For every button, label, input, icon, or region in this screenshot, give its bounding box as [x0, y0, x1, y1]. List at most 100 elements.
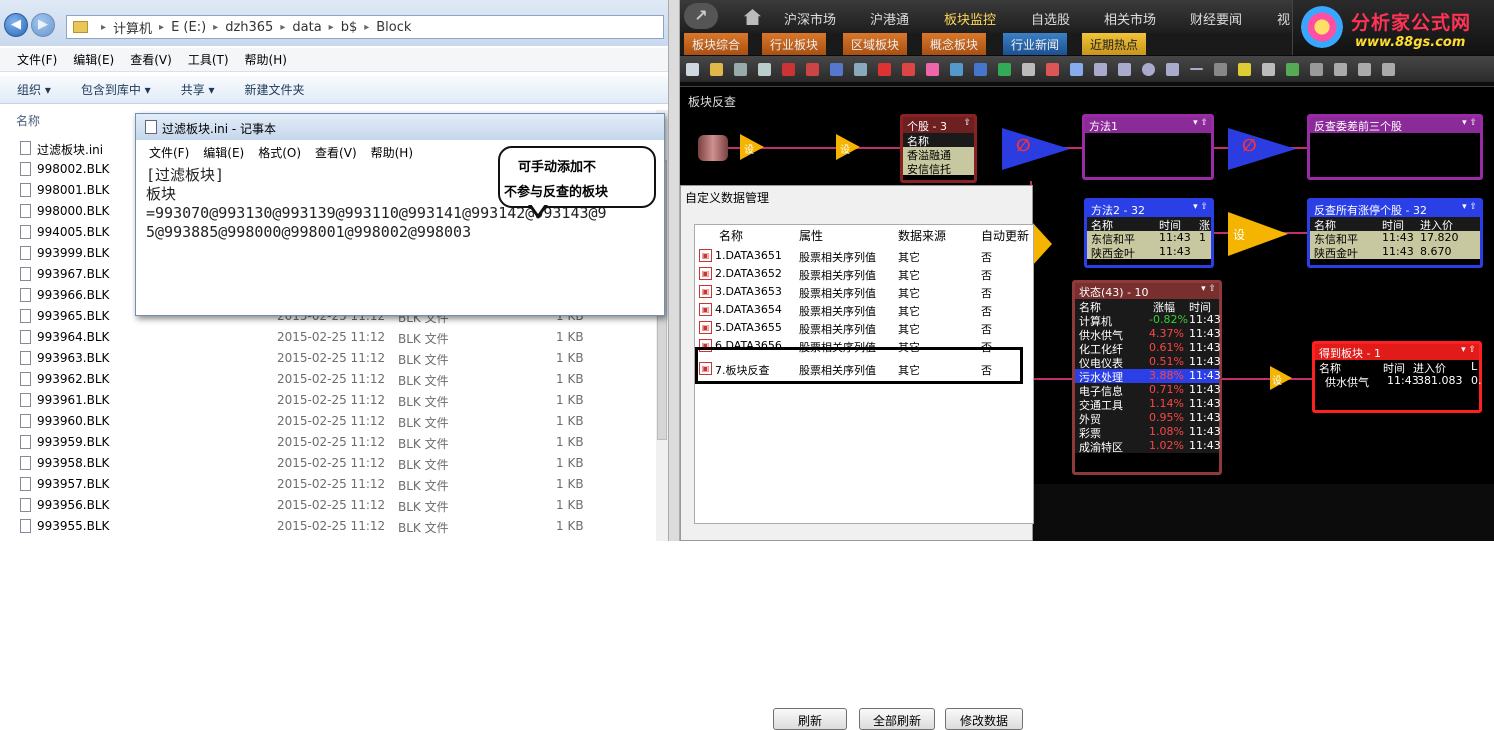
fill-icon[interactable]: [1238, 62, 1251, 76]
breadcrumb-item[interactable]: E (E:): [171, 20, 206, 35]
file-row[interactable]: 993964.BLK 2015-02-25 11:12 BLK 文件 1 KB: [0, 327, 660, 348]
pointer-icon[interactable]: [902, 62, 915, 76]
file-row[interactable]: 993961.BLK 2015-02-25 11:12 BLK 文件 1 KB: [0, 390, 660, 411]
column-header-name[interactable]: 名称: [16, 112, 40, 129]
node-row[interactable]: 仪电仪表 0.51% 11:43: [1075, 355, 1221, 370]
file-row[interactable]: 993957.BLK 2015-02-25 11:12 BLK 文件 1 KB: [0, 474, 660, 495]
node-row[interactable]: 污水处理 3.88% 11:43: [1075, 369, 1221, 384]
undo-icon[interactable]: [806, 62, 819, 76]
node-row[interactable]: 供水供气 11:43 381.083 0.: [1315, 374, 1482, 389]
notepad-menu-format[interactable]: 格式(O): [258, 144, 301, 161]
include-in-library-button[interactable]: 包含到库中 ▾: [81, 81, 151, 98]
tab-finance-news[interactable]: 财经要闻: [1190, 9, 1242, 28]
node-row[interactable]: 交通工具 1.14% 11:43: [1075, 397, 1221, 412]
col-header-attribute[interactable]: 属性: [799, 227, 823, 244]
notepad-menu-help[interactable]: 帮助(H): [371, 144, 413, 161]
breadcrumb-item[interactable]: 计算机: [113, 18, 152, 37]
table-icon[interactable]: [950, 62, 963, 76]
col-header-auto-update[interactable]: 自动更新: [981, 227, 1029, 244]
breadcrumb-item[interactable]: Block: [376, 20, 411, 35]
method2-node[interactable]: 方法2 - 32 ▾ ⇧ 名称 时间涨 东信和平 11:43 1 陕西金叶 11:43: [1084, 198, 1214, 268]
node-row[interactable]: 化工化纤 0.61% 11:43: [1075, 341, 1221, 356]
tab-watchlist[interactable]: 自选股: [1031, 9, 1070, 28]
node-row[interactable]: 香溢融通: [903, 147, 974, 162]
triangle-icon[interactable]: [1166, 62, 1179, 76]
node-menu-icon[interactable]: ▾ ⇧: [1462, 202, 1477, 212]
font-icon[interactable]: [1310, 62, 1323, 76]
refresh-button[interactable]: 刷新: [773, 708, 847, 730]
add-icon[interactable]: [1022, 62, 1035, 76]
limit-up-node[interactable]: 反查所有涨停个股 - 32 ▾ ⇧ 名称 时间 进入价 东信和平 11:43 17.820…: [1307, 198, 1483, 268]
file-row[interactable]: 993955.BLK 2015-02-25 11:12 BLK 文件 1 KB: [0, 516, 660, 537]
filter-icon[interactable]: [998, 62, 1011, 76]
file-row[interactable]: 993960.BLK 2015-02-25 11:12 BLK 文件 1 KB: [0, 411, 660, 432]
node-menu-icon[interactable]: ▾ ⇧: [1193, 118, 1208, 128]
col-header-source[interactable]: 数据来源: [898, 227, 946, 244]
result-node[interactable]: 得到板块 - 1 ▾ ⇧ 名称 时间 进入价 L 供水供气 11:43 381.083 0.: [1312, 341, 1482, 413]
cut-icon[interactable]: [782, 62, 795, 76]
save-icon[interactable]: [734, 62, 747, 76]
back-arrow-icon[interactable]: ◀: [4, 13, 28, 37]
file-row[interactable]: 993956.BLK 2015-02-25 11:12 BLK 文件 1 KB: [0, 495, 660, 516]
subtab-sector-overview[interactable]: 板块综合: [684, 33, 749, 55]
refresh-all-button[interactable]: 全部刷新: [859, 708, 935, 730]
node-row[interactable]: 计算机 -0.82% 11:43: [1075, 313, 1221, 328]
link-icon[interactable]: [1046, 62, 1059, 76]
null-filter-node-2[interactable]: [1228, 128, 1296, 170]
node-menu-icon[interactable]: ▾ ⇧: [1461, 345, 1476, 355]
layout-icon[interactable]: [1334, 62, 1347, 76]
play-icon[interactable]: [974, 62, 987, 76]
node-row[interactable]: 东信和平 11:43 1: [1087, 231, 1211, 246]
breadcrumb-item[interactable]: dzh365: [225, 20, 273, 35]
data-row[interactable]: ▣ 5.DATA3655 股票相关序列值 其它 否: [695, 319, 1033, 337]
new-icon[interactable]: [686, 62, 699, 76]
address-bar[interactable]: ▸ 计算机 ▸ E (E:) ▸ dzh365 ▸ data ▸ b$ ▸ Bl…: [66, 15, 664, 39]
node-menu-icon[interactable]: ▾ ⇧: [1201, 284, 1216, 294]
circle-icon[interactable]: [1142, 62, 1155, 76]
zoom-icon[interactable]: [854, 62, 867, 76]
file-row[interactable]: 993958.BLK 2015-02-25 11:12 BLK 文件 1 KB: [0, 453, 660, 474]
line-icon[interactable]: [1190, 68, 1203, 70]
node-row[interactable]: 彩票 1.08% 11:43: [1075, 425, 1221, 440]
data-row[interactable]: ▣ 3.DATA3653 股票相关序列值 其它 否: [695, 283, 1033, 301]
breadcrumb-item[interactable]: b$: [341, 20, 358, 35]
notepad-menu-file[interactable]: 文件(F): [149, 144, 189, 161]
breadcrumb-item[interactable]: data: [292, 20, 321, 35]
method1-node[interactable]: 方法1 ▾ ⇧: [1082, 114, 1214, 180]
share-button[interactable]: 共享 ▾: [181, 81, 215, 98]
settings-icon[interactable]: [1382, 62, 1395, 76]
notepad-menu-view[interactable]: 查看(V): [315, 144, 357, 161]
camera-icon[interactable]: [1214, 62, 1227, 76]
subtab-hot[interactable]: 近期热点: [1082, 33, 1147, 55]
node-close-icon[interactable]: ⇧: [963, 118, 971, 128]
tab-video[interactable]: 视: [1277, 9, 1290, 28]
node-row[interactable]: 安信信托: [903, 161, 974, 176]
node-row[interactable]: 成渝特区 1.02% 11:43: [1075, 439, 1221, 454]
node-menu-icon[interactable]: ▾ ⇧: [1462, 118, 1477, 128]
data-row[interactable]: ▣ 4.DATA3654 股票相关序列值 其它 否: [695, 301, 1033, 319]
menu-help[interactable]: 帮助(H): [245, 51, 287, 68]
notepad-menu-edit[interactable]: 编辑(E): [203, 144, 244, 161]
database-icon[interactable]: [926, 62, 939, 76]
status-node[interactable]: 状态(43) - 10 ▾ ⇧ 名称 涨幅 时间 计算机 -0.82% 11:43 供水供气…: [1072, 280, 1222, 475]
null-filter-node-1[interactable]: [1002, 128, 1070, 170]
stock-node[interactable]: 个股 - 3 ⇧ 名称 香溢融通 安信信托: [900, 114, 977, 183]
print-icon[interactable]: [758, 62, 771, 76]
setter-node-5[interactable]: [1032, 222, 1052, 266]
file-row[interactable]: 993959.BLK 2015-02-25 11:12 BLK 文件 1 KB: [0, 432, 660, 453]
subtab-industry-news[interactable]: 行业新闻: [1003, 33, 1068, 55]
rounded-rect-icon[interactable]: [1118, 62, 1131, 76]
notepad-titlebar[interactable]: 过滤板块.ini - 记事本: [136, 114, 664, 140]
open-icon[interactable]: [710, 62, 723, 76]
tab-hk-connect[interactable]: 沪港通: [870, 9, 909, 28]
query-node[interactable]: 反查委差前三个股 ▾ ⇧: [1307, 114, 1483, 180]
window-icon[interactable]: [1358, 62, 1371, 76]
chart-icon[interactable]: [1286, 62, 1299, 76]
data-row[interactable]: ▣ 1.DATA3651 股票相关序列值 其它 否: [695, 247, 1033, 265]
menu-view[interactable]: 查看(V): [130, 51, 172, 68]
home-icon[interactable]: [744, 9, 761, 25]
modify-data-button[interactable]: 修改数据: [945, 708, 1023, 730]
node-row[interactable]: 外贸 0.95% 11:43: [1075, 411, 1221, 426]
file-row[interactable]: 993962.BLK 2015-02-25 11:12 BLK 文件 1 KB: [0, 369, 660, 390]
database-source-icon[interactable]: [698, 135, 728, 161]
